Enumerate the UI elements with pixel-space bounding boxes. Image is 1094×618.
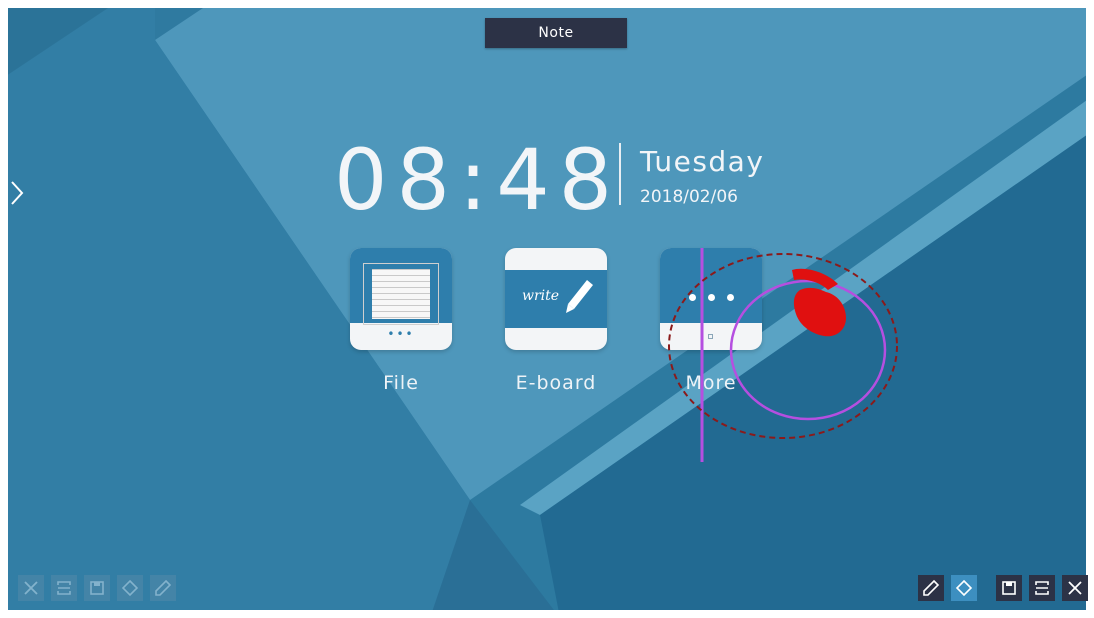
file-icon	[363, 263, 439, 325]
chevron-right-icon[interactable]	[10, 180, 24, 206]
save-icon	[90, 581, 104, 595]
clock-time: 08:48	[334, 131, 622, 229]
note-tab[interactable]: Note	[485, 18, 627, 48]
file-app-button[interactable]: •••	[350, 248, 452, 350]
more-app-label: More	[685, 372, 737, 394]
close-icon	[24, 581, 38, 595]
toolbar-right-pen-button[interactable]	[918, 575, 944, 601]
eraser-icon	[955, 579, 973, 597]
toolbar-right-save-button[interactable]	[996, 575, 1022, 601]
eboard-app-label: E-board	[515, 372, 597, 394]
eraser-icon	[121, 579, 139, 597]
crop-icon	[57, 581, 71, 595]
toolbar-right-eraser-button[interactable]	[951, 575, 977, 601]
clock-divider	[619, 143, 621, 205]
close-icon	[1068, 581, 1082, 595]
toolbar-left-crop-button[interactable]	[51, 575, 77, 601]
save-icon	[1002, 581, 1016, 595]
pen-icon	[923, 579, 940, 596]
pen-icon	[155, 579, 172, 596]
toolbar-left-pen-button[interactable]	[150, 575, 176, 601]
eboard-icon-text: write	[522, 288, 560, 304]
clock-weekday: Tuesday	[640, 145, 765, 178]
toolbar-left-save-button[interactable]	[84, 575, 110, 601]
eboard-app-button[interactable]: write	[505, 248, 607, 350]
more-app-button[interactable]	[660, 248, 762, 350]
more-icon-indicator	[708, 334, 713, 339]
file-icon-dots: •••	[387, 327, 415, 341]
toolbar-right-close-button[interactable]	[1062, 575, 1088, 601]
toolbar-right-crop-button[interactable]	[1029, 575, 1055, 601]
clock-date: 2018/02/06	[640, 187, 738, 207]
file-app-label: File	[383, 372, 419, 394]
toolbar-left-close-button[interactable]	[18, 575, 44, 601]
more-icon-dots	[660, 286, 762, 305]
chevron-left-icon[interactable]	[1086, 180, 1094, 206]
pen-icon	[566, 280, 593, 313]
screen: Note 08:48 Tuesday 2018/02/06 ••• File w…	[0, 0, 1094, 618]
toolbar-left-eraser-button[interactable]	[117, 575, 143, 601]
crop-icon	[1035, 581, 1049, 595]
